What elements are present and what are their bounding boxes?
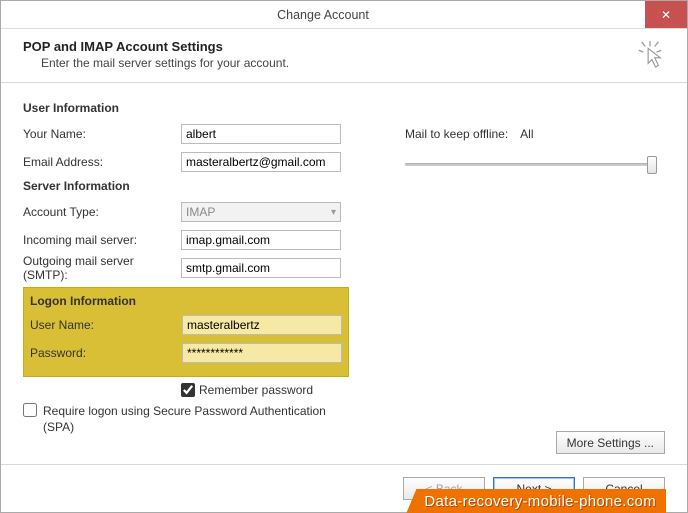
slider-thumb[interactable]: [647, 156, 657, 174]
section-server-information: Server Information: [23, 179, 665, 193]
label-outgoing-server: Outgoing mail server (SMTP):: [23, 254, 181, 282]
outgoing-server-input[interactable]: [181, 258, 341, 278]
section-user-information: User Information: [23, 101, 665, 115]
account-type-select[interactable]: IMAP ▾: [181, 202, 341, 222]
your-name-input[interactable]: [181, 124, 341, 144]
mail-to-keep-value: All: [520, 127, 533, 141]
label-incoming-server: Incoming mail server:: [23, 233, 181, 247]
close-button[interactable]: ✕: [645, 1, 687, 28]
label-user-name: User Name:: [30, 318, 182, 332]
remember-password-checkbox[interactable]: [181, 383, 195, 397]
more-settings-button[interactable]: More Settings ...: [556, 431, 665, 454]
header-subtitle: Enter the mail server settings for your …: [41, 56, 289, 70]
dialog-header: POP and IMAP Account Settings Enter the …: [1, 29, 687, 83]
user-name-input[interactable]: [182, 315, 342, 335]
label-mail-to-keep: Mail to keep offline:: [405, 127, 508, 141]
header-title: POP and IMAP Account Settings: [23, 39, 289, 54]
label-require-spa: Require logon using Secure Password Auth…: [43, 403, 343, 435]
require-spa-checkbox[interactable]: [23, 403, 37, 417]
label-account-type: Account Type:: [23, 205, 181, 219]
incoming-server-input[interactable]: [181, 230, 341, 250]
label-password: Password:: [30, 346, 182, 360]
close-icon: ✕: [661, 8, 671, 22]
label-remember-password: Remember password: [199, 383, 313, 397]
title-bar: Change Account ✕: [1, 1, 687, 29]
account-type-value: IMAP: [186, 205, 215, 219]
password-input[interactable]: [182, 343, 342, 363]
chevron-down-icon: ▾: [331, 207, 336, 218]
section-logon-information: Logon Information: [30, 294, 342, 308]
change-account-dialog: Change Account ✕ POP and IMAP Account Se…: [0, 0, 688, 513]
window-title: Change Account: [1, 8, 645, 22]
label-email: Email Address:: [23, 155, 181, 169]
brand-watermark: Data-recovery-mobile-phone.com: [406, 489, 666, 513]
cursor-click-icon: [635, 39, 665, 69]
label-your-name: Your Name:: [23, 127, 181, 141]
email-input[interactable]: [181, 152, 341, 172]
mail-keep-slider[interactable]: [405, 155, 657, 175]
slider-track: [405, 163, 651, 166]
right-panel: Mail to keep offline: All: [405, 127, 657, 175]
dialog-content: User Information Your Name: Email Addres…: [1, 83, 687, 464]
logon-information-highlight: Logon Information User Name: Password:: [23, 287, 349, 377]
